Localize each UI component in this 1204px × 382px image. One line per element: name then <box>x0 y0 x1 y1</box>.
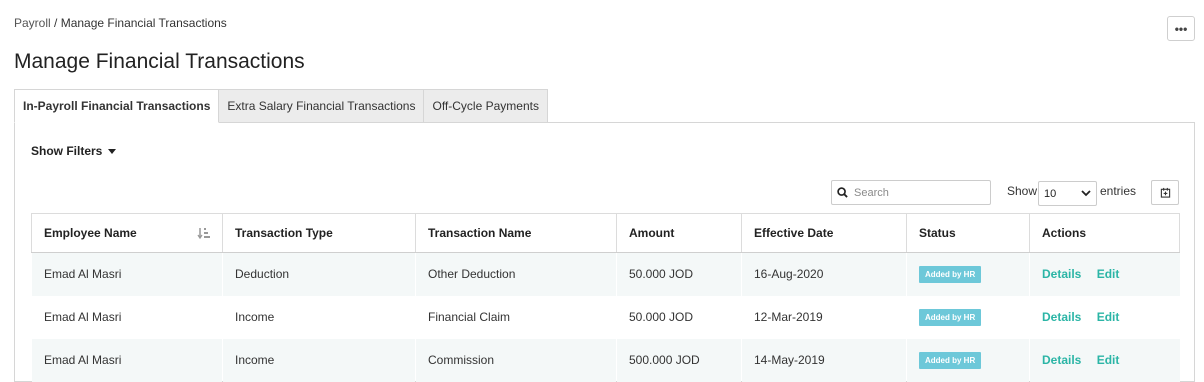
ellipsis-icon: ••• <box>1174 21 1188 36</box>
cell-employee-name: Emad Al Masri <box>31 338 223 382</box>
table-header-row: Employee Name Transaction Type Transacti… <box>31 213 1180 253</box>
tab-bar: In-Payroll Financial Transactions Extra … <box>14 89 548 123</box>
page-title: Manage Financial Transactions <box>14 50 305 73</box>
edit-link[interactable]: Edit <box>1097 310 1120 324</box>
cell-transaction-name: Commission <box>415 338 617 382</box>
cell-amount: 50.000 JOD <box>616 295 742 339</box>
transactions-table: Employee Name Transaction Type Transacti… <box>31 213 1180 382</box>
search-input[interactable] <box>852 185 982 200</box>
column-header-transaction-name[interactable]: Transaction Name <box>415 213 617 253</box>
cell-effective-date: 14-May-2019 <box>741 338 907 382</box>
edit-link[interactable]: Edit <box>1097 353 1120 367</box>
entries-per-page-select[interactable]: 10 <box>1038 181 1097 206</box>
tab-panel: Show Filters Show 10 entries <box>14 122 1195 382</box>
column-header-label: Employee Name <box>44 226 137 240</box>
cell-actions: Details Edit <box>1029 295 1180 339</box>
table-row: Emad Al Masri Deduction Other Deduction … <box>31 252 1180 296</box>
column-header-effective-date[interactable]: Effective Date <box>741 213 907 253</box>
show-label: Show <box>1007 184 1038 198</box>
cell-amount: 50.000 JOD <box>616 252 742 296</box>
details-link[interactable]: Details <box>1042 267 1081 281</box>
show-filters-toggle[interactable]: Show Filters <box>31 144 116 158</box>
status-badge: Added by HR <box>919 308 982 326</box>
cell-transaction-name: Other Deduction <box>415 252 617 296</box>
tab-extra-salary[interactable]: Extra Salary Financial Transactions <box>218 89 425 123</box>
column-header-status[interactable]: Status <box>906 213 1030 253</box>
breadcrumb-link-payroll[interactable]: Payroll <box>14 16 51 30</box>
caret-down-icon <box>107 149 116 155</box>
show-filters-label: Show Filters <box>31 144 103 158</box>
cell-employee-name: Emad Al Masri <box>31 252 223 296</box>
cell-status: Added by HR <box>906 295 1030 339</box>
cell-employee-name: Emad Al Masri <box>31 295 223 339</box>
cell-status: Added by HR <box>906 338 1030 382</box>
breadcrumb: Payroll / Manage Financial Transactions <box>14 16 227 30</box>
breadcrumb-current: Manage Financial Transactions <box>60 16 227 30</box>
entries-per-page-value: 10 <box>1044 187 1057 200</box>
tab-in-payroll[interactable]: In-Payroll Financial Transactions <box>14 89 220 123</box>
cell-transaction-type: Deduction <box>222 252 416 296</box>
cell-transaction-type: Income <box>222 295 416 339</box>
table-row: Emad Al Masri Income Financial Claim 50.… <box>31 295 1180 339</box>
cell-status: Added by HR <box>906 252 1030 296</box>
entries-label: entries <box>1100 184 1137 198</box>
cell-effective-date: 12-Mar-2019 <box>741 295 907 339</box>
cell-actions: Details Edit <box>1029 252 1180 296</box>
cell-effective-date: 16-Aug-2020 <box>741 252 907 296</box>
more-options-button[interactable]: ••• <box>1167 16 1195 41</box>
table-row: Emad Al Masri Income Commission 500.000 … <box>31 338 1180 382</box>
column-header-amount[interactable]: Amount <box>616 213 742 253</box>
status-badge: Added by HR <box>919 351 982 369</box>
cell-transaction-type: Income <box>222 338 416 382</box>
sort-icon[interactable] <box>197 227 210 239</box>
status-badge: Added by HR <box>919 265 982 283</box>
details-link[interactable]: Details <box>1042 310 1081 324</box>
cell-amount: 500.000 JOD <box>616 338 742 382</box>
tab-off-cycle[interactable]: Off-Cycle Payments <box>423 89 548 123</box>
column-header-employee-name[interactable]: Employee Name <box>31 213 223 253</box>
breadcrumb-separator: / <box>50 16 61 30</box>
export-icon <box>1160 187 1170 198</box>
column-header-transaction-type[interactable]: Transaction Type <box>222 213 416 253</box>
cell-transaction-name: Financial Claim <box>415 295 617 339</box>
export-button[interactable] <box>1151 180 1179 205</box>
details-link[interactable]: Details <box>1042 353 1081 367</box>
edit-link[interactable]: Edit <box>1097 267 1120 281</box>
search-icon <box>837 187 848 198</box>
column-header-actions: Actions <box>1029 213 1180 253</box>
cell-actions: Details Edit <box>1029 338 1180 382</box>
search-field[interactable] <box>831 180 991 205</box>
chevron-down-icon <box>1081 190 1091 197</box>
